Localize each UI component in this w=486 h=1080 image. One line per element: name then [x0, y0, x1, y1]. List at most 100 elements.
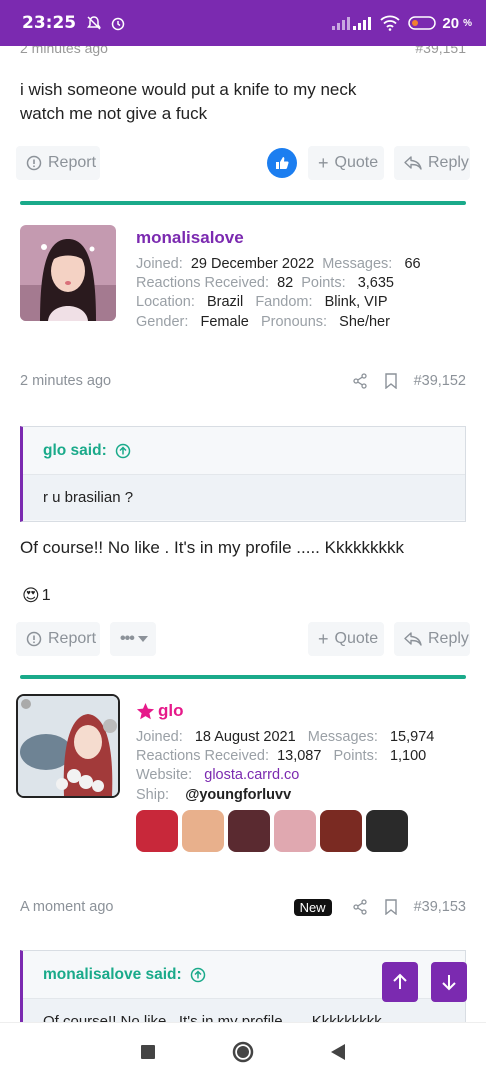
prev-post-time: 2 minutes ago — [20, 46, 108, 56]
report-label: Report — [48, 154, 97, 171]
back-button[interactable] — [318, 1032, 358, 1072]
prev-message-line: watch me not give a fuck — [20, 104, 208, 123]
prev-post-meta: 2 minutes ago #39,151 — [20, 46, 466, 58]
share-icon[interactable] — [352, 899, 368, 915]
prev-message-line: i wish someone would put a knife to my n… — [20, 80, 357, 99]
thumbs-up-icon — [276, 157, 289, 169]
badge-image[interactable] — [366, 810, 408, 852]
scroll-top-button[interactable] — [382, 962, 418, 1002]
heart-eyes-icon: 😍 — [22, 586, 40, 605]
status-time: 23:25 — [22, 13, 77, 33]
message-count: 66 — [404, 256, 421, 272]
joined-date: 29 December 2022 — [190, 256, 315, 272]
reaction-count: 82 — [277, 275, 294, 291]
user-meta-row: Location: Brazil Fandom: Blink, VIP — [136, 294, 388, 310]
plus-icon: + — [318, 152, 329, 173]
quote-label: Quote — [334, 630, 379, 647]
post-number[interactable]: #39,153 — [414, 899, 466, 915]
recents-button[interactable] — [128, 1032, 168, 1072]
message-body: Of course!! No like . It's in my profile… — [20, 538, 404, 557]
post-time[interactable]: 2 minutes ago — [20, 373, 111, 389]
reply-button[interactable]: Reply — [394, 146, 470, 180]
like-button[interactable] — [267, 148, 297, 178]
signal-icon — [332, 17, 372, 30]
report-button[interactable]: Report — [16, 622, 100, 656]
username-link[interactable]: monalisalove — [136, 228, 244, 248]
quote-author[interactable]: monalisalove said: — [43, 966, 182, 984]
quote-author[interactable]: glo said: — [43, 442, 107, 460]
badge-image[interactable] — [320, 810, 362, 852]
star-icon — [136, 702, 155, 719]
reply-label: Reply — [428, 630, 469, 647]
reply-button[interactable]: Reply — [394, 622, 470, 656]
mute-icon — [87, 16, 102, 30]
wifi-icon — [380, 15, 401, 31]
username-link[interactable]: glo — [136, 701, 184, 721]
bookmark-icon[interactable] — [384, 373, 398, 389]
caret-down-icon — [137, 636, 148, 642]
post-number[interactable]: #39,152 — [414, 373, 466, 389]
badge-image[interactable] — [274, 810, 316, 852]
reaction-summary[interactable]: 😍 1 — [22, 586, 51, 606]
arrow-down-icon — [442, 975, 456, 991]
circle-icon — [232, 1041, 254, 1062]
thread-content[interactable]: 2 minutes ago #39,151 i wish someone wou… — [0, 46, 486, 1022]
post-actions: Report + Quote Reply — [16, 146, 470, 180]
reply-icon — [404, 156, 422, 170]
reply-label: Reply — [428, 154, 469, 171]
quote-button[interactable]: + Quote — [308, 146, 384, 180]
battery-icon — [408, 16, 437, 30]
user-meta-row: Gender: Female Pronouns: She/her — [136, 314, 390, 330]
ellipsis-icon: ••• — [120, 630, 135, 647]
badge-image[interactable] — [182, 810, 224, 852]
user-meta-row: Joined: 29 December 2022 Messages: 66 — [136, 256, 421, 272]
points-value: 1,100 — [389, 748, 427, 764]
points-value: 3,635 — [357, 275, 394, 291]
scroll-bottom-button[interactable] — [431, 962, 467, 1002]
new-badge: New — [293, 898, 332, 916]
user-meta-row: Reactions Received: 13,087 Points: 1,100 — [136, 748, 427, 764]
user-meta-row: Joined: 18 August 2021 Messages: 15,974 — [136, 729, 435, 745]
pronouns-value: She/her — [339, 314, 390, 330]
gender-value: Female — [200, 314, 249, 330]
square-icon — [140, 1044, 155, 1059]
post-meta: A moment ago New #39,153 — [20, 897, 466, 917]
username-text: glo — [158, 701, 184, 720]
report-icon — [26, 631, 42, 647]
report-label: Report — [48, 630, 97, 647]
avatar[interactable] — [20, 225, 116, 321]
system-nav-bar — [0, 1022, 486, 1080]
user-badges — [136, 810, 408, 852]
fandom-value: Blink, VIP — [324, 294, 388, 310]
avatar[interactable] — [16, 694, 120, 798]
bookmark-icon[interactable] — [384, 899, 398, 915]
share-icon[interactable] — [352, 373, 368, 389]
status-bar: 23:25 20% — [0, 0, 486, 46]
post-actions: Report ••• + Quote Reply — [16, 622, 470, 656]
joined-date: 18 August 2021 — [194, 729, 296, 745]
website-link[interactable]: glosta.carrd.co — [204, 767, 299, 783]
quote-text: Of course!! No like . It's in my profile… — [23, 999, 465, 1022]
more-options-button[interactable]: ••• — [110, 622, 156, 656]
user-meta-row: Reactions Received: 82 Points: 3,635 — [136, 275, 394, 291]
badge-image[interactable] — [136, 810, 178, 852]
message-count: 15,974 — [389, 729, 435, 745]
quote-text: r u brasilian ? — [23, 475, 465, 520]
location-value: Brazil — [206, 294, 244, 310]
post-divider — [20, 675, 466, 679]
post-time[interactable]: A moment ago — [20, 899, 114, 915]
arrow-up-circle-icon[interactable] — [115, 443, 131, 459]
plus-icon: + — [318, 628, 329, 649]
arrow-up-icon — [393, 973, 407, 989]
badge-image[interactable] — [228, 810, 270, 852]
arrow-up-circle-icon[interactable] — [190, 967, 206, 983]
home-button[interactable] — [223, 1032, 263, 1072]
prev-message-body: i wish someone would put a knife to my n… — [20, 78, 356, 126]
quote-button[interactable]: + Quote — [308, 622, 384, 656]
triangle-back-icon — [331, 1043, 346, 1060]
quote-header[interactable]: glo said: — [23, 427, 465, 475]
report-button[interactable]: Report — [16, 146, 100, 180]
ship-value: @youngforluvv — [185, 787, 292, 803]
prev-post-number[interactable]: #39,151 — [415, 46, 466, 56]
user-meta-row: Ship: @youngforluvv — [136, 787, 292, 803]
